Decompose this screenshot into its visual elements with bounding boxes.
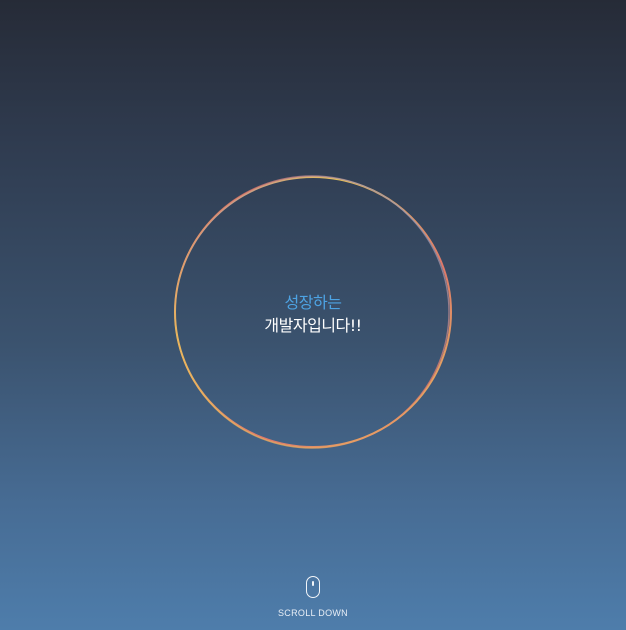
scroll-down-button[interactable]: SCROLL DOWN xyxy=(263,576,363,618)
scroll-down-label: SCROLL DOWN xyxy=(278,608,348,618)
headline-main-text: 개발자입니다!! xyxy=(264,316,362,335)
mouse-icon xyxy=(306,576,320,598)
mouse-wheel-indicator xyxy=(312,581,314,586)
hero-section: 성장하는 개발자입니다!! SCROLL DOWN xyxy=(0,0,626,630)
hero-headline: 성장하는 개발자입니다!! xyxy=(171,292,455,338)
headline-accent-text: 성장하는 xyxy=(284,293,342,312)
